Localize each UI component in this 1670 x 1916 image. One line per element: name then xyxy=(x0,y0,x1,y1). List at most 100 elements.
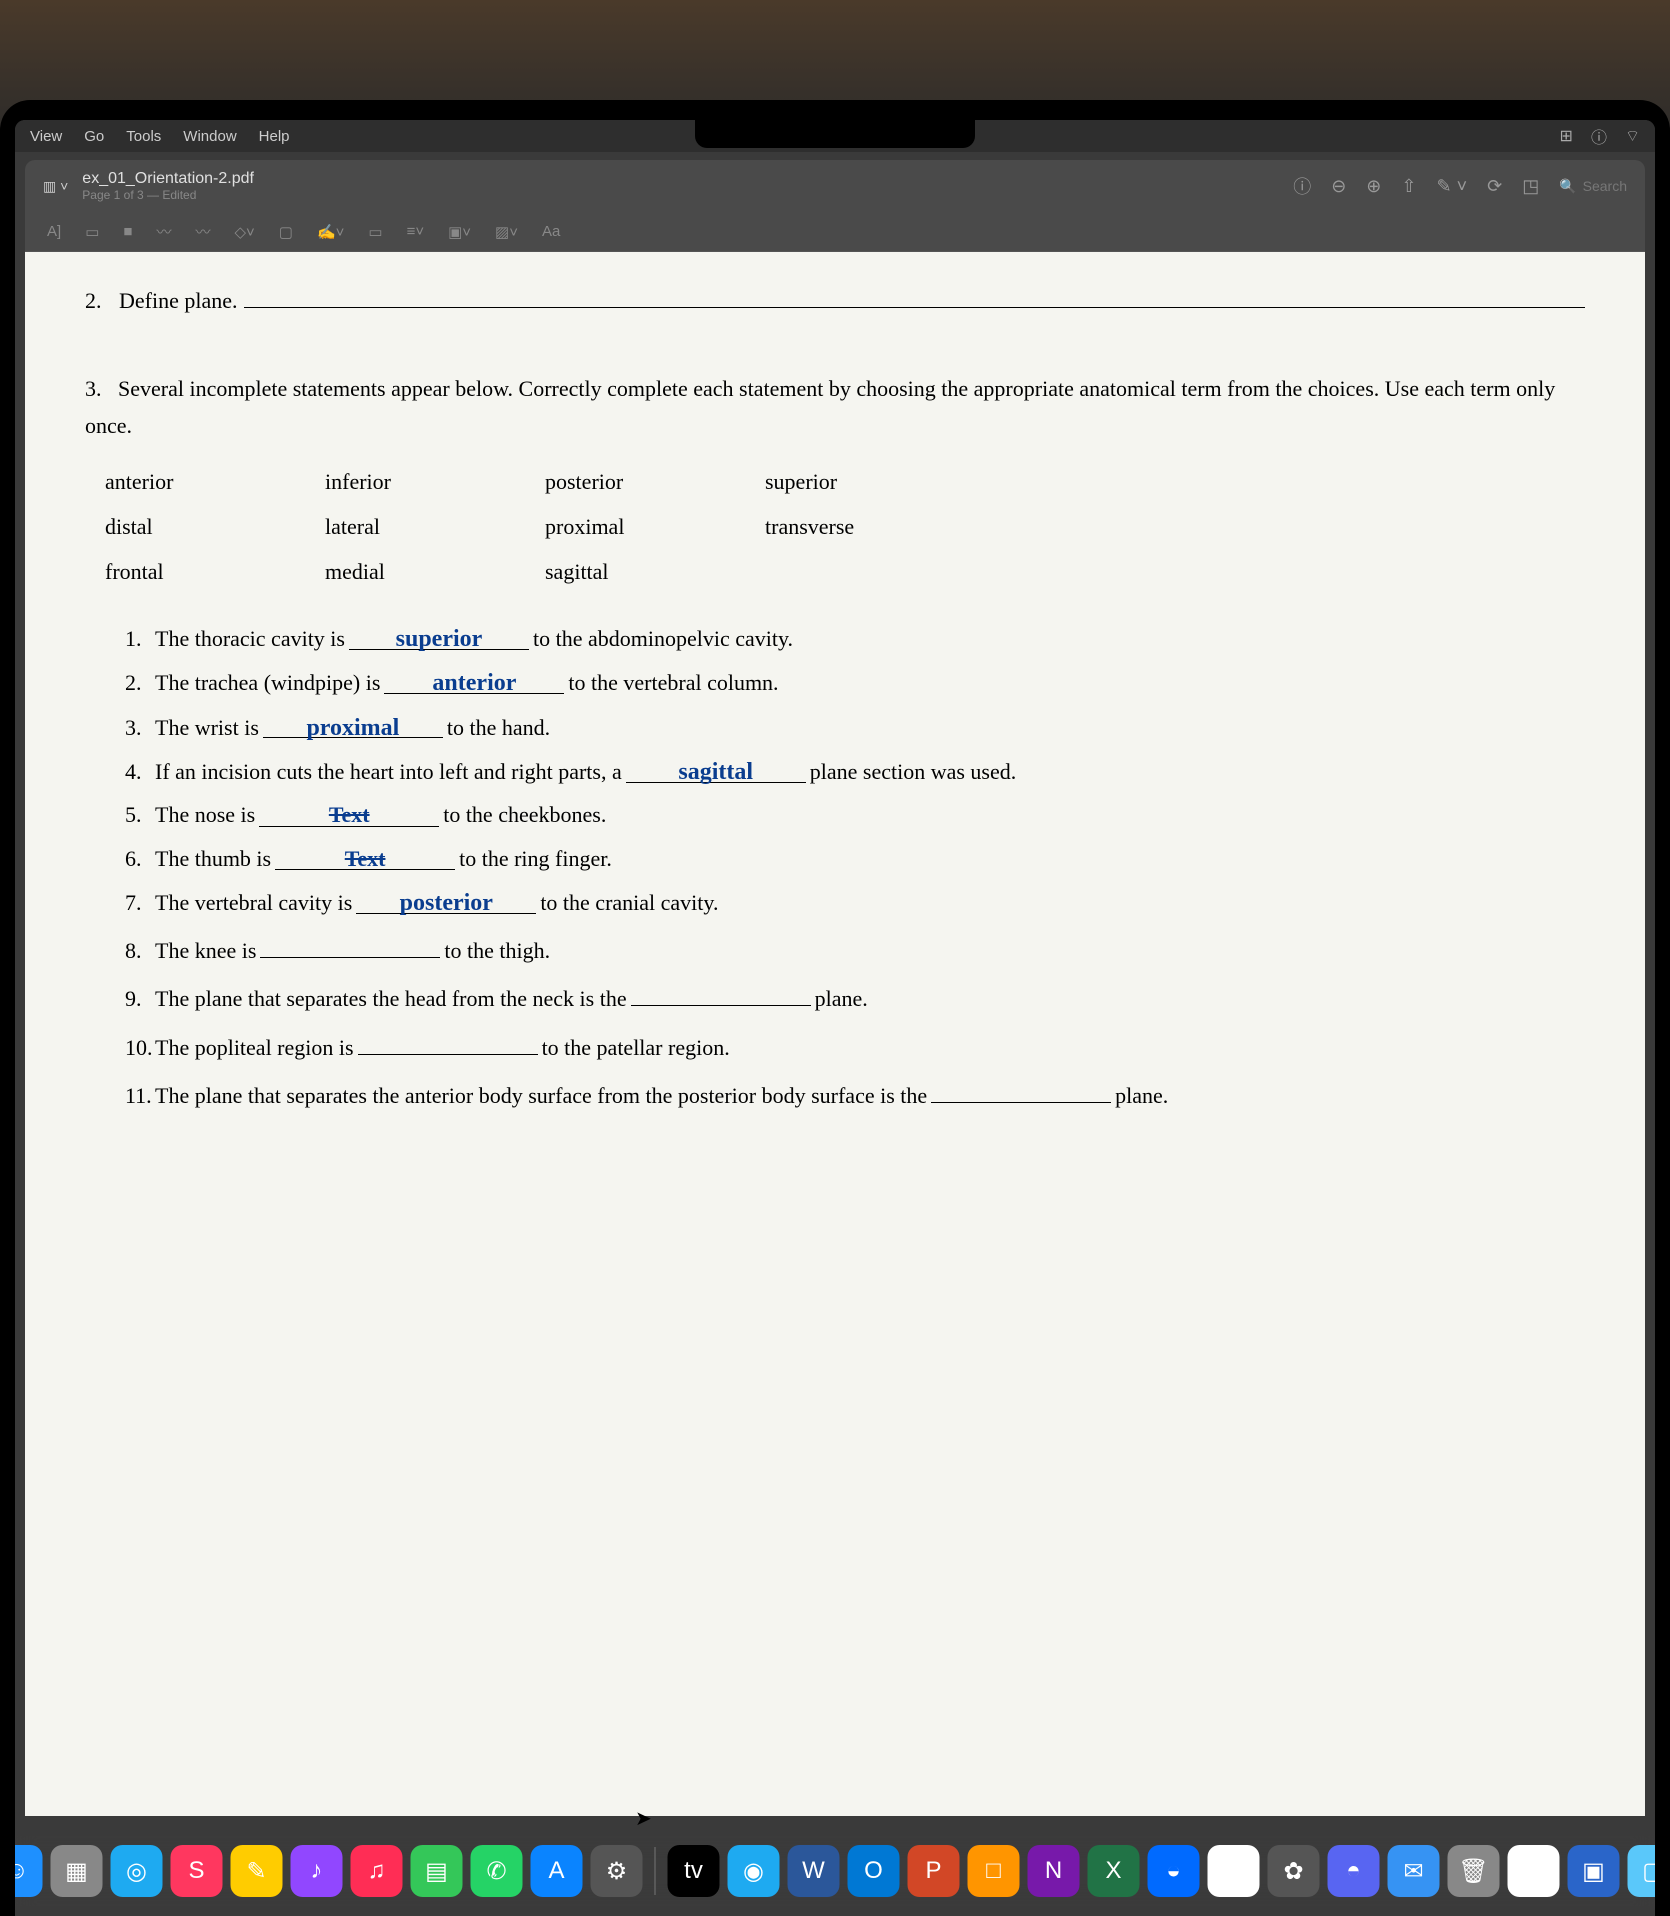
list-icon[interactable]: ≡˅ xyxy=(407,223,425,240)
statement-number: 4. xyxy=(125,753,155,790)
zoom-in-icon[interactable]: ⊕ xyxy=(1366,176,1381,197)
dock-icon-books[interactable]: □ xyxy=(968,1845,1020,1897)
draw-icon[interactable]: 〰 xyxy=(195,221,210,242)
statement-answer[interactable]: Text xyxy=(329,802,370,827)
word-bank-term: sagittal xyxy=(545,553,725,590)
word-bank-term: posterior xyxy=(545,463,725,500)
dock-icon-appletv[interactable]: tv xyxy=(668,1845,720,1897)
word-bank: anteriorinferiorposteriorsuperiordistall… xyxy=(105,463,1585,591)
word-bank-term: inferior xyxy=(325,463,505,500)
menu-tools[interactable]: Tools xyxy=(126,128,161,145)
statement-pre: The popliteal region is xyxy=(155,1029,354,1066)
dock-separator xyxy=(655,1847,656,1895)
statement-post: to the cranial cavity. xyxy=(540,884,718,921)
dock-icon-photos[interactable]: ✿ xyxy=(1268,1845,1320,1897)
statement-post: to the thigh. xyxy=(444,932,550,969)
dock-icon-powerpoint[interactable]: P xyxy=(908,1845,960,1897)
statement-answer[interactable]: proximal xyxy=(306,715,399,741)
dock-icon-safari2[interactable]: ◉ xyxy=(728,1845,780,1897)
dock-icon-finder[interactable]: ☺ xyxy=(15,1845,43,1897)
dock-icon-appstore[interactable]: A xyxy=(531,1845,583,1897)
dock-icon-launchpad[interactable]: ▦ xyxy=(51,1845,103,1897)
dock-icon-mail[interactable]: ✉ xyxy=(1388,1845,1440,1897)
dock-icon-outlook[interactable]: O xyxy=(848,1845,900,1897)
menu-go[interactable]: Go xyxy=(84,128,104,145)
dock-icon-trash[interactable]: 🗑 xyxy=(1448,1845,1500,1897)
dock-icon-numbers[interactable]: ▤ xyxy=(411,1845,463,1897)
dock-icon-messenger[interactable]: ◒ xyxy=(1148,1845,1200,1897)
sign-icon[interactable]: ✍˅ xyxy=(317,223,344,241)
control-center-icon[interactable]: ⊞ xyxy=(1560,126,1573,146)
statement-blank[interactable]: Text xyxy=(275,840,455,871)
dock-icon-shortcuts[interactable]: S xyxy=(171,1845,223,1897)
dock-icon-whatsapp[interactable]: ✆ xyxy=(471,1845,523,1897)
sidebar-toggle-icon[interactable]: ▥ ˅ xyxy=(43,178,68,195)
info-icon[interactable]: ⓘ xyxy=(1591,124,1607,148)
statement-blank[interactable]: proximal xyxy=(263,708,443,739)
text-select-icon[interactable]: A] xyxy=(47,223,61,240)
info-button-icon[interactable]: ⓘ xyxy=(1293,173,1311,199)
redact-icon[interactable]: ■ xyxy=(123,223,132,240)
statement-pre: If an incision cuts the heart into left … xyxy=(155,753,622,790)
statement-row: 7.The vertebral cavity is posterior to t… xyxy=(125,883,1585,921)
rotate-icon[interactable]: ⟳ xyxy=(1487,176,1502,197)
crop-icon[interactable]: ◳ xyxy=(1522,176,1539,197)
dock-icon-preview[interactable]: ▣ xyxy=(1568,1845,1620,1897)
statement-blank[interactable] xyxy=(358,1024,538,1055)
fill-icon[interactable]: ▨˅ xyxy=(495,223,518,241)
border-icon[interactable]: ▣˅ xyxy=(448,223,471,241)
menu-view[interactable]: View xyxy=(30,128,62,145)
dock-icon-word[interactable]: W xyxy=(788,1845,840,1897)
statement-pre: The trachea (windpipe) is xyxy=(155,664,380,701)
statement-answer[interactable]: anterior xyxy=(432,670,516,696)
statement-blank[interactable] xyxy=(631,976,811,1007)
dock-icon-podcasts[interactable]: ♪ xyxy=(291,1845,343,1897)
statement-blank[interactable]: sagittal xyxy=(626,752,806,783)
q2-blank[interactable] xyxy=(244,282,1586,308)
statement-blank[interactable]: superior xyxy=(349,619,529,650)
menu-help[interactable]: Help xyxy=(259,128,290,145)
statement-blank[interactable] xyxy=(931,1072,1111,1103)
statement-blank[interactable]: Text xyxy=(259,796,439,827)
statement-blank[interactable] xyxy=(260,927,440,958)
statement-blank[interactable]: posterior xyxy=(356,883,536,914)
dock-icon-settings[interactable]: ⚙ xyxy=(591,1845,643,1897)
dock-icon-freeform[interactable]: F xyxy=(1208,1845,1260,1897)
sketch-icon[interactable]: 〰 xyxy=(156,221,171,242)
statement-answer[interactable]: posterior xyxy=(400,890,493,916)
statement-post: plane section was used. xyxy=(810,753,1017,790)
dock-icon-music[interactable]: ♫ xyxy=(351,1845,403,1897)
statement-pre: The nose is xyxy=(155,796,255,833)
cursor-icon: ➤ xyxy=(635,1806,652,1831)
statement-pre: The knee is xyxy=(155,932,256,969)
statement-post: plane. xyxy=(1115,1077,1168,1114)
bluetooth-icon[interactable]: ⌔ xyxy=(1625,126,1640,146)
zoom-out-icon[interactable]: ⊖ xyxy=(1331,176,1346,197)
statement-answer[interactable]: Text xyxy=(345,846,386,871)
statement-answer[interactable]: sagittal xyxy=(678,759,753,785)
word-bank-term: lateral xyxy=(325,508,505,545)
share-icon[interactable]: ⇧ xyxy=(1401,176,1416,197)
dock-icon-safari[interactable]: ◎ xyxy=(111,1845,163,1897)
word-bank-term: proximal xyxy=(545,508,725,545)
dock-icon-excel[interactable]: X xyxy=(1088,1845,1140,1897)
rect-select-icon[interactable]: ▭ xyxy=(85,223,99,241)
dock-icon-notes[interactable]: ✎ xyxy=(231,1845,283,1897)
statement-answer[interactable]: superior xyxy=(396,626,483,652)
dock-icon-folder[interactable]: ▢ xyxy=(1628,1845,1656,1897)
dock-icon-onenote[interactable]: N xyxy=(1028,1845,1080,1897)
markup-icon[interactable]: ✎ ˅ xyxy=(1436,176,1467,197)
menu-window[interactable]: Window xyxy=(183,128,236,145)
text-style-icon[interactable]: Aa xyxy=(542,223,560,240)
shapes-icon[interactable]: ◇˅ xyxy=(234,223,254,241)
search-field[interactable]: 🔍 Search xyxy=(1559,178,1627,195)
text-icon[interactable]: ▢ xyxy=(279,223,293,241)
statement-row: 11.The plane that separates the anterior… xyxy=(125,1072,1585,1114)
dock-icon-chrome[interactable]: ◕ xyxy=(1508,1845,1560,1897)
search-icon: 🔍 xyxy=(1559,178,1576,195)
statement-pre: The plane that separates the head from t… xyxy=(155,980,627,1017)
statement-row: 5.The nose is Text to the cheekbones. xyxy=(125,796,1585,833)
note-icon[interactable]: ▭ xyxy=(368,223,382,241)
statement-blank[interactable]: anterior xyxy=(384,663,564,694)
dock-icon-discord[interactable]: ◓ xyxy=(1328,1845,1380,1897)
